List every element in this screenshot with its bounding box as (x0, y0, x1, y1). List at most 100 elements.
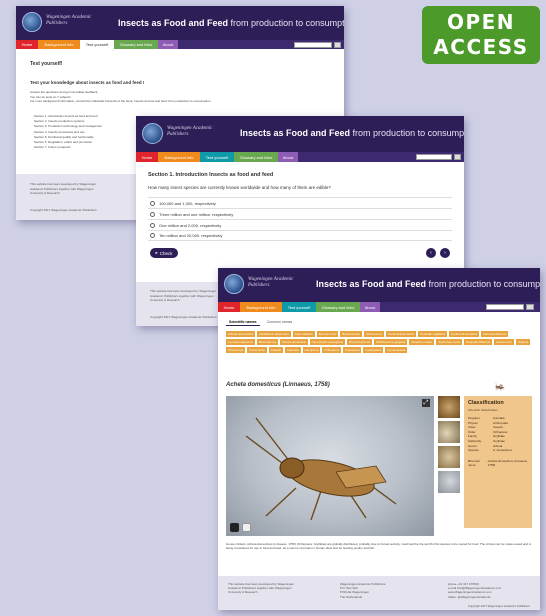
species-tag[interactable]: Gonimbrasia belina (386, 331, 416, 337)
tab-glossary[interactable]: Glossary and links (316, 302, 360, 312)
species-title: Acheta domesticus (Linnaeus, 1758) (226, 382, 330, 388)
search-button[interactable] (334, 42, 341, 48)
search-input[interactable] (416, 154, 452, 160)
globe-logo-icon (22, 12, 42, 32)
tab-background-info[interactable]: Background info (240, 302, 282, 312)
species-tag[interactable]: Tenebrio molitor (409, 339, 435, 345)
main-nav: Home Background info Test yourself Gloss… (218, 302, 540, 312)
species-tag[interactable]: Coleoptera (342, 347, 362, 353)
section-list: Section 1. Introduction Insects as food … (34, 114, 102, 150)
next-question-button[interactable]: › (440, 248, 450, 258)
search-input[interactable] (294, 42, 332, 48)
search-button[interactable] (454, 154, 461, 160)
footer-column-address: Wageningen Academic Publishers P.O. Box 2… (340, 582, 386, 599)
species-tag[interactable]: Chironomus (363, 331, 385, 337)
tab-home[interactable]: Home (218, 302, 240, 312)
thumbnail-image[interactable] (438, 421, 460, 443)
scientific-names-tab[interactable]: Scientific names (226, 319, 260, 326)
radio-icon[interactable] (150, 211, 155, 217)
classification-table: Kingdom Animalia Phylum Arthropoda Class Inse… (468, 416, 528, 453)
tab-glossary[interactable]: Glossary and links (114, 40, 158, 49)
tab-glossary[interactable]: Glossary and links (234, 152, 278, 162)
answer-option[interactable]: 100,000 and 1,000, respectively (148, 197, 452, 208)
name-toggle: Scientific names Common names (226, 319, 295, 326)
quiz-question: How many insect species are currently kn… (148, 185, 331, 190)
tab-about[interactable]: About (158, 40, 178, 49)
species-tag[interactable]: Chrysomya (226, 347, 246, 353)
camera-icon[interactable] (230, 523, 239, 532)
species-tag[interactable]: Hymenoptera (385, 347, 408, 353)
answer-option[interactable]: One million and 2,000, respectively (148, 219, 452, 230)
tab-about[interactable]: About (360, 302, 380, 312)
species-tag[interactable]: Cirina forda (247, 347, 267, 353)
answer-option[interactable]: Three million and one million, respectiv… (148, 208, 452, 219)
species-tag[interactable]: Lepidoptera (363, 347, 384, 353)
species-tag[interactable]: Orthoptera (322, 347, 341, 353)
thumbnail-image[interactable] (438, 471, 460, 493)
species-tag[interactable]: Hemiptera (302, 347, 321, 353)
thumbnail-image[interactable] (438, 446, 460, 468)
species-tag[interactable]: Anaphe (268, 347, 284, 353)
tab-home[interactable]: Home (16, 40, 38, 49)
quiz-section-title: Section 1. Introduction Insects as food … (148, 172, 274, 178)
site-title: Insects as Food and Feed from production… (316, 279, 540, 289)
species-tag[interactable]: Vespula (515, 339, 531, 345)
species-tag[interactable]: Schistocerca gregaria (374, 339, 408, 345)
species-tag[interactable]: Hermetia illucens (481, 331, 509, 337)
species-tag[interactable]: Samia ricini (494, 339, 514, 345)
section-link[interactable]: Section 3. Production technology and man… (34, 124, 102, 129)
radio-icon[interactable] (150, 233, 155, 238)
common-names-tab[interactable]: Common names (264, 319, 296, 326)
species-tag[interactable]: Gryllus bimaculatus (449, 331, 480, 337)
publisher-name: Wageningen Academic Publishers (248, 277, 294, 288)
tab-home[interactable]: Home (136, 152, 158, 162)
species-tag[interactable]: Imbrasia (285, 347, 301, 353)
species-tag[interactable]: Oecophylla smaragdina (309, 339, 346, 345)
check-button[interactable]: ▸ Check (150, 248, 178, 258)
expand-icon[interactable]: ⤢ (422, 399, 430, 407)
search-input[interactable] (486, 304, 524, 310)
binomial-name: Binomial name Acheta domesticus (Linnaeus… (468, 458, 528, 467)
tab-test-yourself[interactable]: Test yourself (282, 302, 316, 312)
classification-panel: Classification Scientific classification… (464, 396, 532, 528)
species-tag[interactable]: Ruspolia differens (464, 339, 493, 345)
classification-value: A. domesticus (493, 448, 512, 453)
radio-icon[interactable] (150, 200, 155, 206)
classification-subtitle: Scientific classification (468, 408, 498, 412)
species-tag[interactable]: Zophobas morio (436, 339, 463, 345)
tab-test-yourself[interactable]: Test yourself (200, 152, 234, 162)
copyright: Copyright 2017 Wageningen Academic Publi… (30, 208, 97, 212)
species-tag[interactable]: Musca domestica (280, 339, 308, 345)
globe-logo-icon (142, 123, 163, 144)
page-title: Test yourself! (30, 61, 63, 67)
footer-text: This website has been developed by Wagen… (150, 289, 217, 302)
species-tag[interactable]: Brachytrupes (340, 331, 362, 337)
search-button[interactable] (526, 304, 534, 310)
species-tag[interactable]: Alphitobius diaperinus (257, 331, 291, 337)
tab-about[interactable]: About (278, 152, 298, 162)
answer-option[interactable]: Ten million and 20,000, respectively (148, 230, 452, 241)
radio-icon[interactable] (150, 222, 155, 228)
classification-rank: Species (468, 448, 479, 453)
image-credit-icon[interactable] (242, 523, 251, 532)
site-header: Wageningen Academic Publishers Insects as… (136, 116, 464, 152)
copyright: Copyright 2017 Wageningen Academic Publi… (150, 315, 217, 319)
section-link[interactable]: Section 7. Future prospects (34, 145, 102, 150)
tab-test-yourself[interactable]: Test yourself (80, 40, 114, 49)
species-tag[interactable]: Gryllodes sigillatus (417, 331, 447, 337)
species-tag[interactable]: Rhynchophorus (347, 339, 373, 345)
tab-background-info[interactable]: Background info (38, 40, 80, 49)
open-access-line1: OPEN (446, 10, 516, 34)
species-tag[interactable]: Locusta migratoria (226, 339, 255, 345)
species-tag[interactable]: Bombyx mori (316, 331, 339, 337)
previous-question-button[interactable]: ‹ (426, 248, 436, 258)
species-page: Wageningen Academic Publishers Insects as… (218, 268, 540, 610)
species-tag[interactable]: Macrotermes (256, 339, 279, 345)
classification-row: Species A. domesticus (468, 448, 528, 453)
thumbnail-image[interactable] (438, 396, 460, 418)
globe-logo-icon (224, 274, 244, 294)
species-tag[interactable]: Apis mellifera (292, 331, 315, 337)
species-tag[interactable]: Acheta domesticus (226, 331, 256, 337)
tab-background-info[interactable]: Background info (158, 152, 200, 162)
page-subtitle: Test your knowledge about insects as foo… (30, 80, 145, 85)
